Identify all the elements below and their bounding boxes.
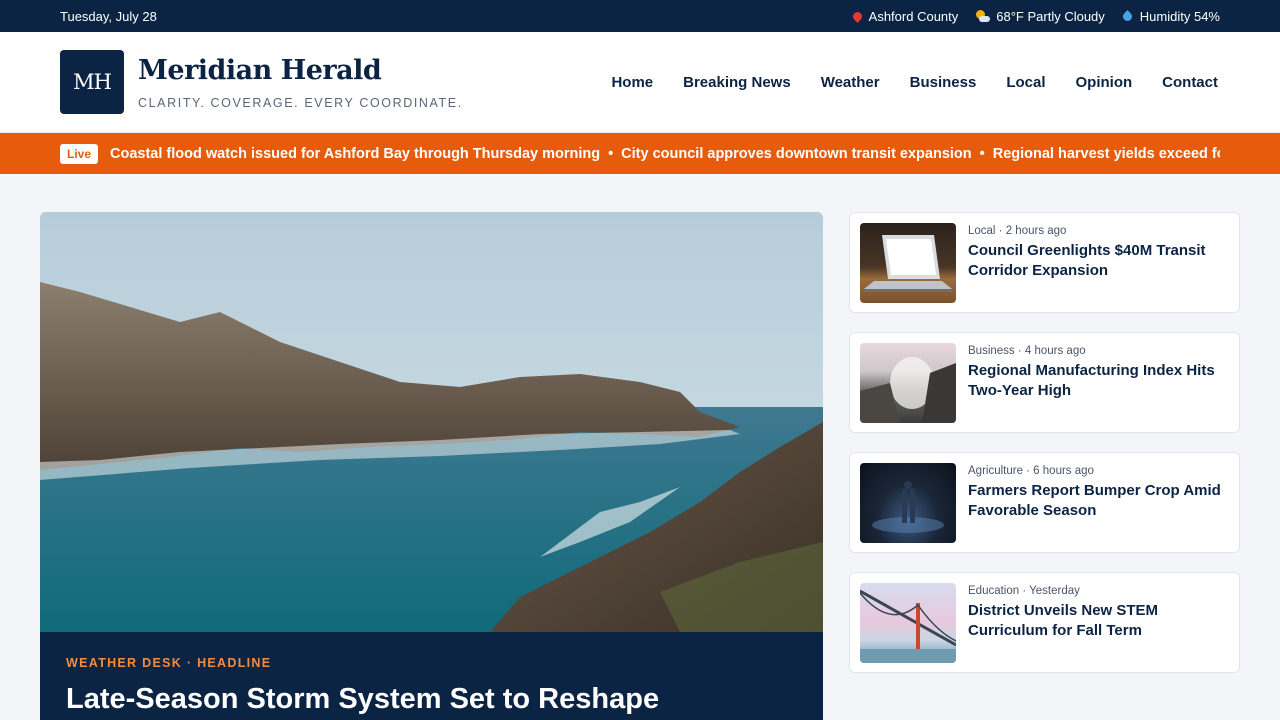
story-card[interactable]: Education · Yesterday District Unveils N… <box>849 572 1240 673</box>
story-title[interactable]: District Unveils New STEM Curriculum for… <box>968 601 1229 642</box>
location-label: Ashford County <box>868 8 959 24</box>
bridge-image <box>860 589 956 663</box>
brand[interactable]: MH Meridian Herald CLARITY. COVERAGE. EV… <box>60 50 463 114</box>
story-card[interactable]: Business · 4 hours ago Regional Manufact… <box>849 332 1240 433</box>
ticker-items: Coastal flood watch issued for Ashford B… <box>110 146 1220 162</box>
story-meta: Agriculture · 6 hours ago <box>968 465 1094 477</box>
top-bar: Tuesday, July 28 Ashford County 68°F Par… <box>0 0 1280 32</box>
laptop-image <box>864 235 952 292</box>
story-title[interactable]: Council Greenlights $40M Transit Corrido… <box>968 241 1229 282</box>
site-logo[interactable]: MH <box>60 50 124 114</box>
story-text: Agriculture · 6 hours ago Farmers Report… <box>968 463 1229 542</box>
story-meta: Education · Yesterday <box>968 585 1080 597</box>
nav-opinion[interactable]: Opinion <box>1076 74 1133 91</box>
story-sidebar: Local · 2 hours ago Council Greenlights … <box>849 212 1240 720</box>
ticker-item[interactable]: Regional harvest yields exceed fore... <box>993 146 1220 162</box>
ticker-separator: • <box>608 145 614 162</box>
story-meta: Business · 4 hours ago <box>968 345 1086 357</box>
brand-text: Meridian Herald CLARITY. COVERAGE. EVERY… <box>138 55 463 110</box>
coastline-photo <box>40 212 823 632</box>
humidity-info: Humidity 54% <box>1120 8 1220 24</box>
ticker-separator: • <box>979 145 985 162</box>
nav-home[interactable]: Home <box>611 74 653 91</box>
story-meta: Local · 2 hours ago <box>968 225 1067 237</box>
live-badge: Live <box>60 143 99 164</box>
ticker-item[interactable]: City council approves downtown transit e… <box>621 146 971 162</box>
partly-cloudy-icon <box>976 10 991 22</box>
story-thumbnail[interactable] <box>860 463 956 543</box>
location-pin-icon <box>850 9 864 23</box>
story-thumbnail[interactable] <box>860 583 956 663</box>
hero-image[interactable] <box>40 212 823 632</box>
nav-breaking-news[interactable]: Breaking News <box>683 74 791 91</box>
hero-kicker: WEATHER DESK · HEADLINE <box>66 656 272 670</box>
story-text: Local · 2 hours ago Council Greenlights … <box>968 223 1229 302</box>
site-header: MH Meridian Herald CLARITY. COVERAGE. EV… <box>0 32 1280 133</box>
location-info: Ashford County <box>850 8 959 24</box>
hero-title[interactable]: Late-Season Storm System Set to Reshape <box>66 682 797 717</box>
main-nav: Home Breaking News Weather Business Loca… <box>611 74 1218 91</box>
nav-weather[interactable]: Weather <box>821 74 880 91</box>
story-text: Education · Yesterday District Unveils N… <box>968 583 1229 662</box>
waterfall-image <box>860 357 956 423</box>
nav-local[interactable]: Local <box>1006 74 1045 91</box>
nav-contact[interactable]: Contact <box>1162 74 1218 91</box>
date-label: Tuesday, July 28 <box>60 8 157 24</box>
story-thumbnail[interactable] <box>860 223 956 303</box>
story-title[interactable]: Regional Manufacturing Index Hits Two-Ye… <box>968 361 1229 402</box>
night-field-image <box>872 481 944 533</box>
water-drop-icon <box>1120 9 1134 23</box>
story-thumbnail[interactable] <box>860 343 956 423</box>
site-tagline: CLARITY. COVERAGE. EVERY COORDINATE. <box>138 95 463 110</box>
weather-label: 68°F Partly Cloudy <box>996 8 1105 24</box>
main-content: WEATHER DESK · HEADLINE Late-Season Stor… <box>0 174 1280 720</box>
story-card[interactable]: Agriculture · 6 hours ago Farmers Report… <box>849 452 1240 553</box>
weather-info: 68°F Partly Cloudy <box>976 9 1105 24</box>
hero-caption: WEATHER DESK · HEADLINE Late-Season Stor… <box>40 632 823 720</box>
breaking-ticker: Live Coastal flood watch issued for Ashf… <box>0 133 1280 174</box>
humidity-label: Humidity 54% <box>1139 8 1220 24</box>
ticker-item[interactable]: Coastal flood watch issued for Ashford B… <box>110 146 600 162</box>
story-title[interactable]: Farmers Report Bumper Crop Amid Favorabl… <box>968 481 1229 522</box>
topbar-meta: Ashford County 68°F Partly Cloudy Humidi… <box>850 8 1220 24</box>
hero-story[interactable]: WEATHER DESK · HEADLINE Late-Season Stor… <box>40 212 823 720</box>
story-card[interactable]: Local · 2 hours ago Council Greenlights … <box>849 212 1240 313</box>
site-name[interactable]: Meridian Herald <box>138 55 463 86</box>
story-text: Business · 4 hours ago Regional Manufact… <box>968 343 1229 422</box>
nav-business[interactable]: Business <box>910 74 977 91</box>
